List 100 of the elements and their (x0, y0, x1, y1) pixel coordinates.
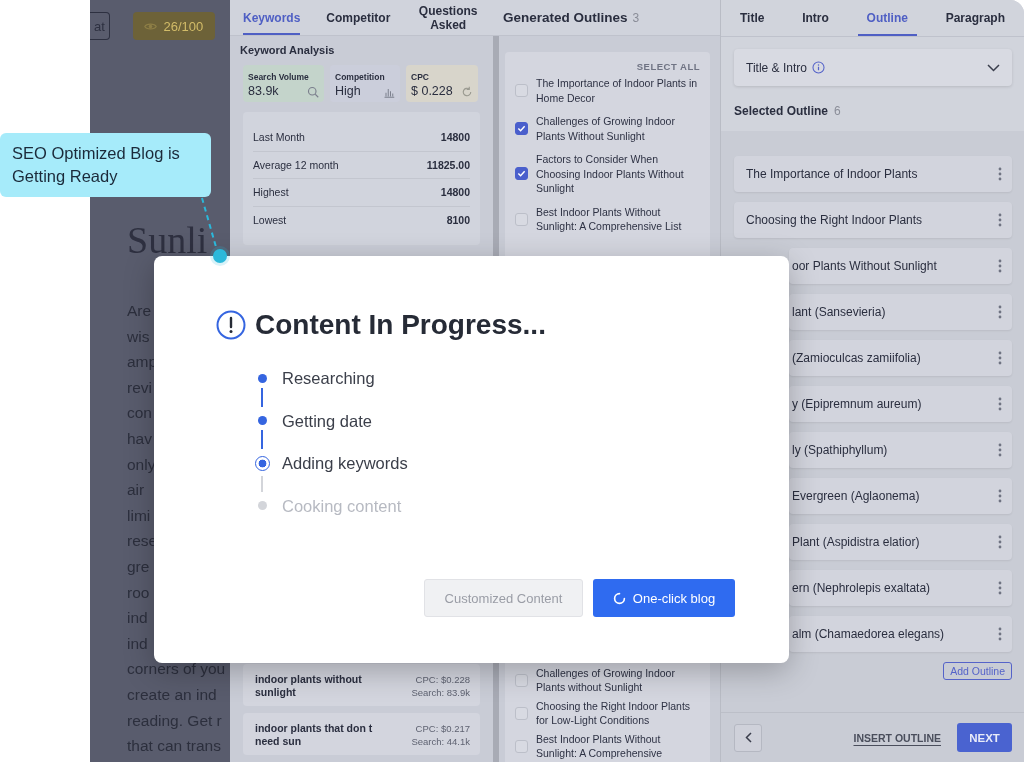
checkbox[interactable] (515, 706, 528, 720)
spinner-icon (612, 591, 626, 605)
outline-item[interactable]: alm (Chamaedorea elegans) (789, 616, 1012, 652)
row-label: Last Month (253, 131, 305, 144)
tab[interactable]: Keywords (230, 0, 314, 35)
count-label: 3 (632, 10, 640, 25)
modal-title: Content In Progress... (255, 309, 546, 341)
search-count: Search: 44.1k (411, 735, 470, 748)
next-button[interactable]: NEXT (957, 723, 1012, 752)
outline-title: Plant (Aspidistra elatior) (792, 535, 921, 549)
bar-chart-icon (383, 86, 395, 98)
stat-label: Search Volume (248, 71, 310, 82)
one-click-button[interactable]: One-click blog (593, 579, 735, 617)
section-title: Keyword Analysis (240, 44, 336, 56)
insert-outline-link[interactable]: INSERT OUTLINE (853, 731, 941, 744)
step-label: Getting date (282, 410, 372, 432)
more-vertical-icon (998, 213, 1002, 227)
tab[interactable]: Intro (793, 0, 838, 36)
row-label: Lowest (253, 213, 287, 226)
row-value: 11825.00 (426, 158, 470, 171)
row-label: Highest (253, 186, 289, 199)
outline-item[interactable]: Choosing the Right Indoor Plants (734, 202, 1012, 238)
more-vertical-icon (998, 443, 1002, 457)
refresh-icon (461, 86, 473, 98)
outline-item[interactable]: lant (Sansevieria) (789, 294, 1012, 330)
keyword-card[interactable]: indoor plants that don t need sun CPC: $0.217 Search: 44.1k (243, 713, 480, 755)
cpc-label: CPC: $0.217 (414, 722, 470, 735)
search-count: Search: 83.9k (411, 686, 470, 699)
checkbox[interactable] (515, 84, 528, 97)
keyword-text: indoor plants that don t need sun (255, 722, 374, 749)
row-value: 8100 (446, 213, 470, 226)
more-vertical-icon (998, 627, 1002, 641)
step-label: Cooking content (282, 495, 402, 517)
section-title: Generated Outlines (503, 10, 628, 25)
tab[interactable]: Questions Asked (403, 0, 493, 35)
callout-box: SEO Optimized Blog is Getting Ready (0, 133, 211, 197)
more-vertical-icon (998, 259, 1002, 273)
outline-item[interactable]: y (Epipremnum aureum) (789, 386, 1012, 422)
outline-item[interactable]: The Importance of Indoor Plants (734, 156, 1012, 192)
tab[interactable]: Paragraph (936, 0, 1014, 36)
checkbox[interactable] (515, 739, 528, 753)
outline-title: lant (Sansevieria) (792, 305, 887, 319)
section-title: Selected Outline (734, 104, 829, 118)
more-vertical-icon (998, 397, 1002, 411)
outline-option: Best Indoor Plants Without Sunlight: A Comprehensive List (536, 204, 700, 234)
stat-value: $ 0.228 (411, 84, 454, 98)
search-icon (307, 86, 319, 98)
row-value: 14800 (440, 186, 470, 199)
keyword-card[interactable]: indoor plants without sunlight CPC: $0.228 Search: 83.9k (243, 664, 480, 706)
stat-label: Competition (335, 71, 386, 82)
outline-title: Choosing the Right Indoor Plants (746, 213, 924, 227)
outline-item[interactable]: Evergreen (Aglaonema) (789, 478, 1012, 514)
stat-value: 83.9k (248, 84, 280, 98)
keyword-text: indoor plants without sunlight (255, 673, 363, 700)
tab[interactable]: Outline (857, 0, 917, 36)
outline-title: ly (Spathiphyllum) (792, 443, 889, 457)
row-value: 14800 (440, 131, 470, 144)
pointer-dot (210, 246, 230, 266)
outline-title: y (Epipremnum aureum) (792, 397, 923, 411)
more-vertical-icon (998, 489, 1002, 503)
outline-item[interactable]: (Zamioculcas zamiifolia) (789, 340, 1012, 376)
checkbox[interactable] (515, 673, 528, 687)
outline-option: Challenges of Growing Indoor Plants without Sunlight (536, 666, 700, 694)
outline-option: Choosing the Right Indoor Plants for Low-Light Conditions (536, 699, 700, 727)
checkbox[interactable] (515, 167, 528, 181)
more-vertical-icon (998, 351, 1002, 365)
cpc-label: CPC: $0.228 (414, 673, 470, 686)
outline-item[interactable]: Plant (Aspidistra elatior) (789, 524, 1012, 560)
outline-title: alm (Chamaedorea elegans) (792, 627, 946, 641)
outline-title: ern (Nephrolepis exaltata) (792, 581, 932, 595)
outline-option: Challenges of Growing Indoor Plants Without Sunlight (536, 114, 700, 143)
more-vertical-icon (998, 535, 1002, 549)
checkmark-icon (517, 124, 526, 133)
outline-item[interactable]: ly (Spathiphyllum) (789, 432, 1012, 468)
checkbox[interactable] (515, 122, 528, 135)
tab[interactable]: Competitor (313, 0, 404, 35)
back-button[interactable] (734, 723, 762, 752)
stat-value: High (335, 84, 362, 98)
section-dropdown[interactable]: Title & Intro (734, 49, 1012, 86)
stat-label: CPC (411, 71, 430, 82)
count-label: 6 (834, 104, 841, 118)
tab[interactable]: Title (731, 0, 774, 36)
checkbox[interactable] (515, 212, 528, 226)
chevron-down-icon (987, 63, 1000, 72)
checkmark-icon (517, 169, 526, 179)
more-vertical-icon (998, 581, 1002, 595)
chevron-left-icon (744, 732, 752, 743)
outline-option: Best Indoor Plants Without Sunlight: A Comprehensive (536, 732, 700, 760)
outline-title: The Importance of Indoor Plants (746, 167, 919, 181)
outline-item[interactable]: oor Plants Without Sunlight (789, 248, 1012, 284)
more-vertical-icon (998, 305, 1002, 319)
step-label: Adding keywords (282, 453, 408, 474)
outline-item[interactable]: ern (Nephrolepis exaltata) (789, 570, 1012, 606)
info-icon (811, 61, 825, 74)
outline-option: The Importance of Indoor Plants in Home Decor (536, 76, 700, 105)
step-label: Researching (282, 368, 375, 389)
outline-title: Evergreen (Aglaonema) (792, 489, 921, 503)
more-vertical-icon (998, 167, 1002, 181)
outline-option: Factors to Consider When Choosing Indoor Plants Without Sunlight (536, 152, 700, 196)
outline-title: (Zamioculcas zamiifolia) (792, 351, 922, 365)
